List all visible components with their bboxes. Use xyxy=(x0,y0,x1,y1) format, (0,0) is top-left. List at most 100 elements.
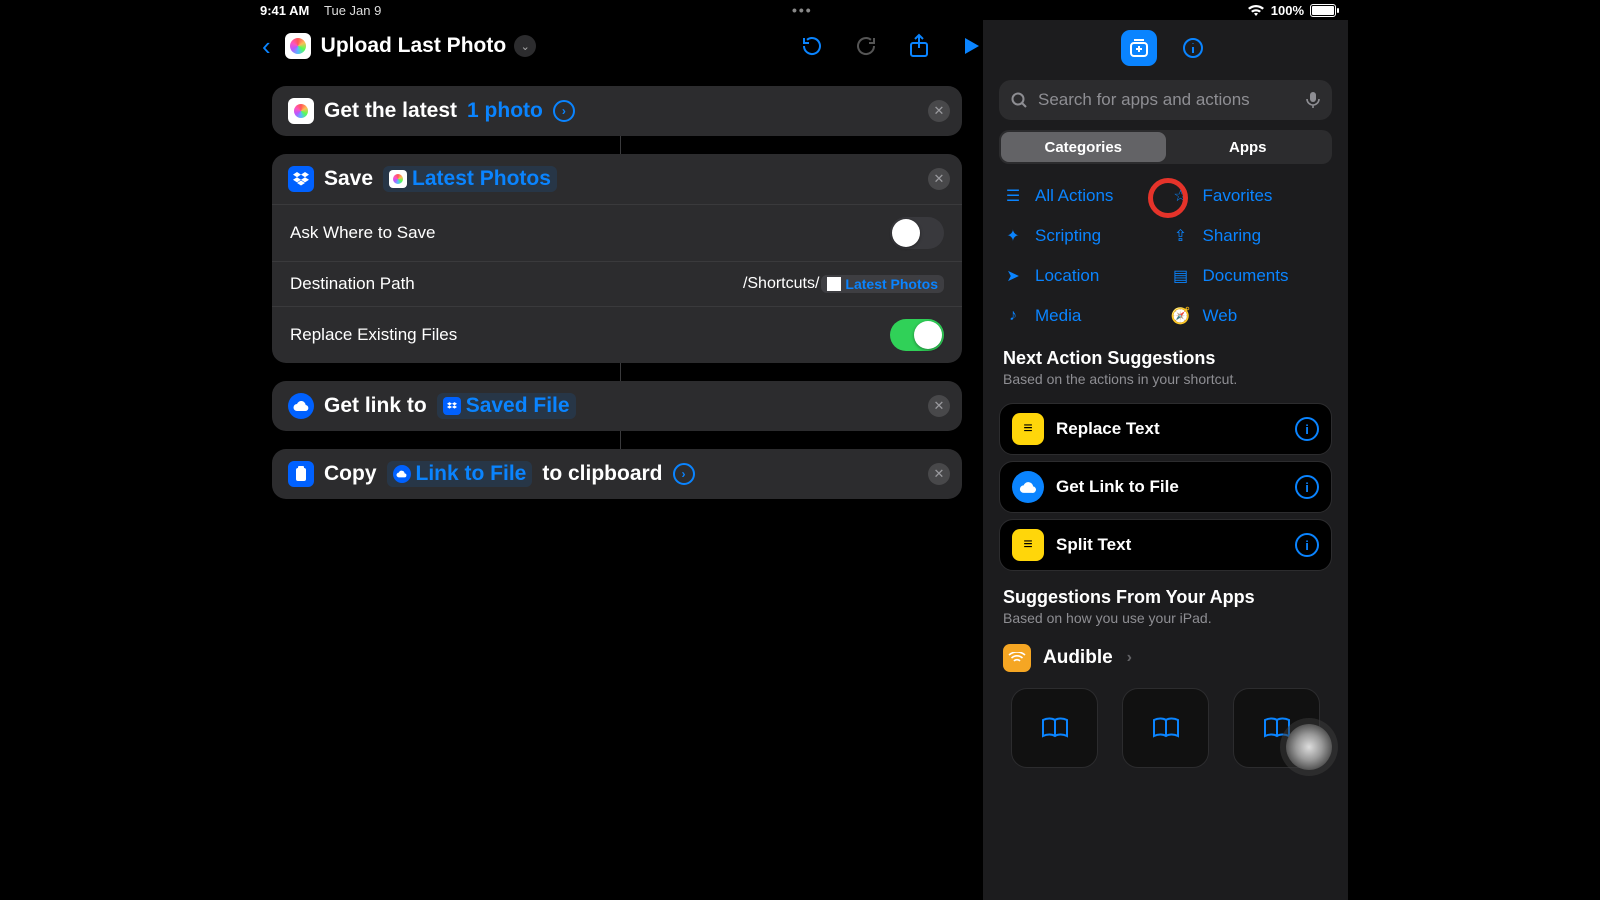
cloud-icon xyxy=(288,393,314,419)
action-copy-clipboard[interactable]: Copy Link to File to clipboard › ✕ xyxy=(272,449,962,499)
row-label: Ask Where to Save xyxy=(290,223,436,243)
status-time: 9:41 AM xyxy=(260,3,309,18)
connector-line xyxy=(620,363,621,381)
cat-location[interactable]: ➤Location xyxy=(1003,258,1161,294)
action-get-latest-photos[interactable]: Get the latest 1 photo › ✕ xyxy=(272,86,962,136)
app-suggestions-heading: Suggestions From Your Apps xyxy=(983,587,1348,608)
suggestion-get-link[interactable]: Get Link to File i xyxy=(999,461,1332,513)
chevron-right-icon: › xyxy=(1127,649,1132,667)
actions-panel: Search for apps and actions Categories A… xyxy=(982,20,1348,900)
replace-existing-toggle[interactable] xyxy=(890,319,944,351)
globe-icon: 🧭 xyxy=(1171,306,1191,326)
action-suffix: to clipboard xyxy=(542,462,662,486)
expand-params-icon[interactable]: › xyxy=(673,463,695,485)
action-variable[interactable]: Saved File xyxy=(437,393,576,419)
shortcut-title[interactable]: Upload Last Photo xyxy=(321,34,507,58)
search-field[interactable]: Search for apps and actions xyxy=(999,80,1332,120)
location-icon: ➤ xyxy=(1003,266,1023,286)
info-icon[interactable]: i xyxy=(1295,475,1319,499)
book-icon xyxy=(1040,716,1070,740)
wand-icon: ✦ xyxy=(1003,226,1023,246)
search-icon xyxy=(1011,92,1028,109)
music-icon: ♪ xyxy=(1003,307,1023,325)
action-get-link[interactable]: Get link to Saved File ✕ xyxy=(272,381,962,431)
share-icon: ⇪ xyxy=(1171,226,1191,246)
assistivetouch-button[interactable] xyxy=(1286,724,1332,770)
ask-where-toggle[interactable] xyxy=(890,217,944,249)
seg-apps[interactable]: Apps xyxy=(1166,132,1331,162)
cat-media[interactable]: ♪Media xyxy=(1003,298,1161,334)
cat-web[interactable]: 🧭Web xyxy=(1171,298,1329,334)
star-icon: ☆ xyxy=(1171,186,1191,206)
book-icon xyxy=(1151,716,1181,740)
expand-params-icon[interactable]: › xyxy=(553,100,575,122)
connector-line xyxy=(620,136,621,154)
cat-documents[interactable]: ▤Documents xyxy=(1171,258,1329,294)
shortcut-icon xyxy=(285,33,311,59)
category-grid: ☰All Actions ☆Favorites ✦Scripting ⇪Shar… xyxy=(983,178,1348,348)
back-button[interactable]: ‹ xyxy=(262,31,271,62)
multitask-dots-icon[interactable]: ••• xyxy=(792,2,813,18)
clipboard-icon xyxy=(288,461,314,487)
connector-line xyxy=(620,431,621,449)
share-button[interactable] xyxy=(908,33,930,59)
title-menu-chevron-icon[interactable]: ⌄ xyxy=(514,35,536,57)
delete-action-button[interactable]: ✕ xyxy=(928,168,950,190)
action-save-file[interactable]: Save Latest Photos ✕ Ask Where to Save D… xyxy=(272,154,962,363)
delete-action-button[interactable]: ✕ xyxy=(928,100,950,122)
action-library-tab[interactable] xyxy=(1121,30,1157,66)
next-suggestions-sub: Based on the actions in your shortcut. xyxy=(983,369,1348,397)
battery-icon xyxy=(1310,4,1336,17)
dropbox-icon xyxy=(288,166,314,192)
cat-favorites[interactable]: ☆Favorites xyxy=(1171,178,1329,214)
delete-action-button[interactable]: ✕ xyxy=(928,463,950,485)
app-suggestions-sub: Based on how you use your iPad. xyxy=(983,608,1348,636)
ask-where-to-save-row: Ask Where to Save xyxy=(272,204,962,261)
action-parameter[interactable]: 1 photo xyxy=(467,99,543,123)
delete-action-button[interactable]: ✕ xyxy=(928,395,950,417)
audible-icon xyxy=(1003,644,1031,672)
cat-sharing[interactable]: ⇪Sharing xyxy=(1171,218,1329,254)
action-label: Get link to xyxy=(324,394,427,418)
path-prefix: /Shortcuts/ xyxy=(743,275,819,293)
path-variable[interactable]: Latest Photos xyxy=(821,275,944,293)
shortcut-details-tab[interactable] xyxy=(1175,30,1211,66)
seg-categories[interactable]: Categories xyxy=(1001,132,1166,162)
document-icon: ▤ xyxy=(1171,266,1191,286)
battery-percent: 100% xyxy=(1271,3,1304,18)
next-suggestions-heading: Next Action Suggestions xyxy=(983,348,1348,369)
photos-app-icon xyxy=(288,98,314,124)
suggestion-replace-text[interactable]: ≡ Replace Text i xyxy=(999,403,1332,455)
audible-tile[interactable] xyxy=(1011,688,1098,768)
redo-button xyxy=(854,34,878,58)
row-label: Replace Existing Files xyxy=(290,325,457,345)
suggestion-split-text[interactable]: ≡ Split Text i xyxy=(999,519,1332,571)
title-bar: ‹ Upload Last Photo ⌄ xyxy=(252,24,982,68)
app-suggestion-audible[interactable]: Audible › xyxy=(983,636,1348,672)
cat-all-actions[interactable]: ☰All Actions xyxy=(1003,178,1161,214)
destination-path-row[interactable]: Destination Path /Shortcuts/ Latest Phot… xyxy=(272,261,962,306)
action-label: Get the latest xyxy=(324,99,457,123)
audible-tile[interactable] xyxy=(1122,688,1209,768)
cat-scripting[interactable]: ✦Scripting xyxy=(1003,218,1161,254)
cloud-action-icon xyxy=(1012,471,1044,503)
actions-editor: Get the latest 1 photo › ✕ Save Latest P… xyxy=(272,86,962,509)
segmented-control[interactable]: Categories Apps xyxy=(999,130,1332,164)
status-bar: 9:41 AM Tue Jan 9 ••• 100% xyxy=(252,0,1348,20)
row-label: Destination Path xyxy=(290,274,415,294)
list-icon: ☰ xyxy=(1003,186,1023,206)
dictation-icon[interactable] xyxy=(1306,91,1320,109)
action-label: Save xyxy=(324,167,373,191)
info-icon[interactable]: i xyxy=(1295,533,1319,557)
action-label: Copy xyxy=(324,462,377,486)
action-variable[interactable]: Latest Photos xyxy=(383,166,557,192)
wifi-icon xyxy=(1247,4,1265,17)
info-icon[interactable]: i xyxy=(1295,417,1319,441)
device-frame: 9:41 AM Tue Jan 9 ••• 100% ‹ Upload Last… xyxy=(72,0,1528,900)
search-placeholder: Search for apps and actions xyxy=(1038,90,1296,110)
action-variable[interactable]: Link to File xyxy=(387,461,533,487)
replace-existing-row: Replace Existing Files xyxy=(272,306,962,363)
book-icon xyxy=(1262,716,1292,740)
undo-button[interactable] xyxy=(800,34,824,58)
run-button[interactable] xyxy=(960,35,982,57)
